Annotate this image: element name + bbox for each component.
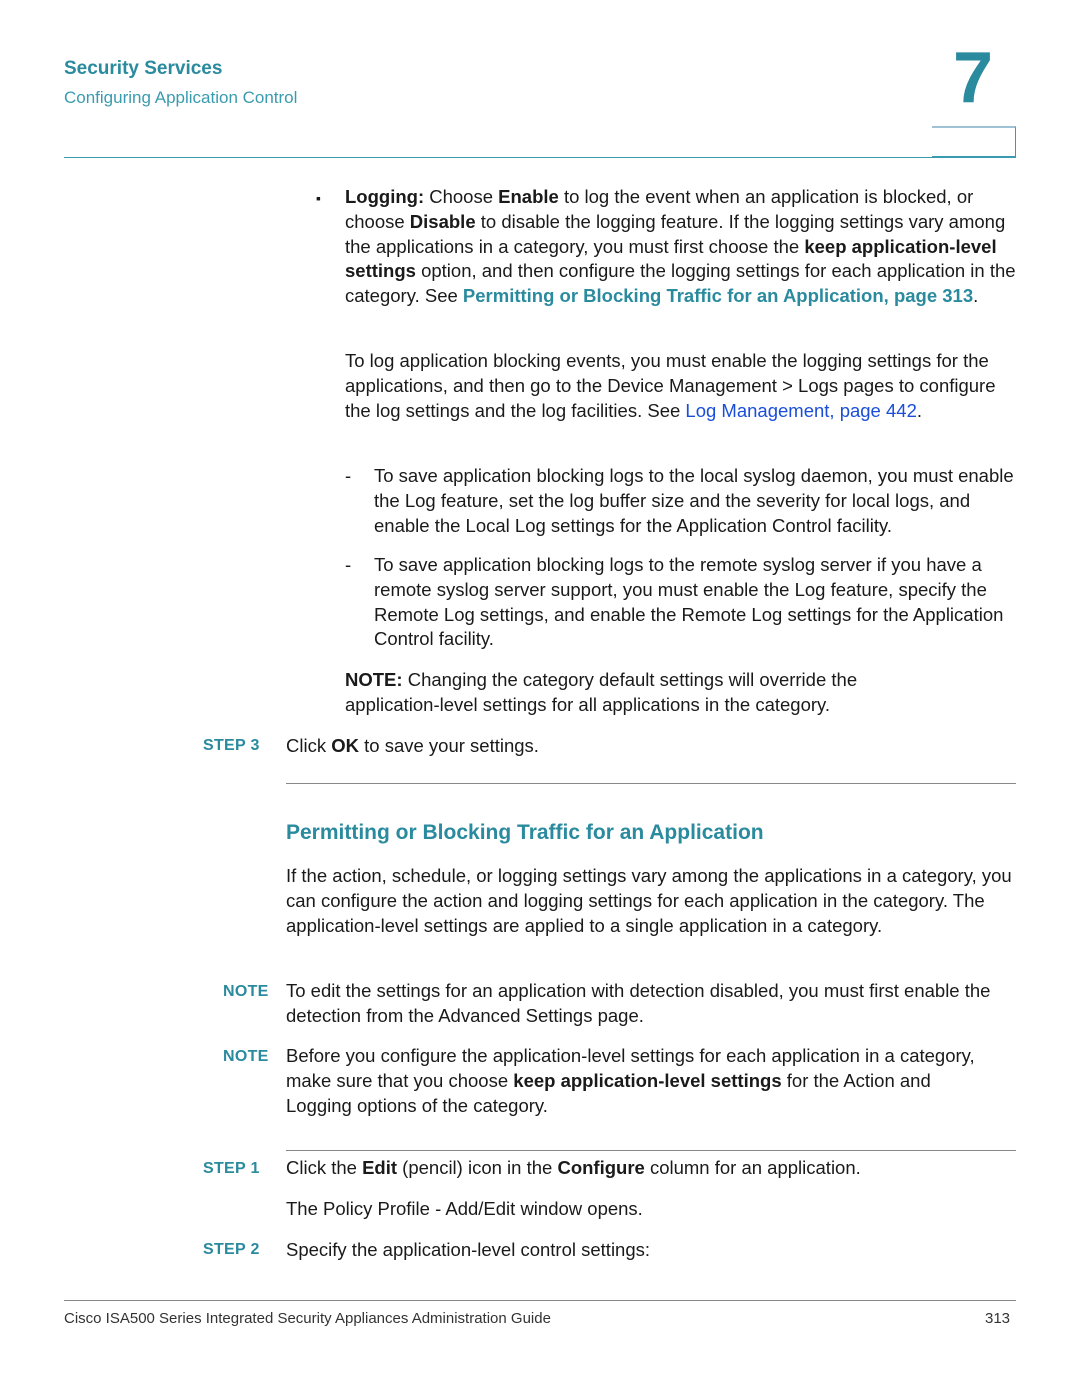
note-label: NOTE <box>223 1048 269 1065</box>
step-2-text: Specify the application-level control se… <box>286 1239 651 1260</box>
footer-title: Cisco ISA500 Series Integrated Security … <box>64 1310 551 1327</box>
header-divider <box>64 157 1016 158</box>
logging-bullet-text: Logging: Choose Enable to log the event … <box>345 186 1016 307</box>
chapter-title: Security Services <box>64 58 223 79</box>
step-1-label: STEP 1 <box>203 1160 260 1177</box>
link-log-management[interactable]: Log Management, page 442 <box>685 400 916 421</box>
step-1-text: Click the Edit (pencil) icon in the Conf… <box>286 1157 861 1178</box>
step-3-label: STEP 3 <box>203 737 260 754</box>
page-number: 313 <box>985 1310 1011 1327</box>
dash-icon: - <box>345 554 352 575</box>
intro-paragraph: If the action, schedule, or logging sett… <box>286 865 1012 936</box>
section-title: Configuring Application Control <box>64 88 298 107</box>
dash-icon: - <box>345 465 352 486</box>
dash-item: To save application blocking logs to the… <box>374 554 1004 650</box>
chapter-number: 7 <box>953 38 994 118</box>
link-permitting-blocking[interactable]: Permitting or Blocking Traffic for an Ap… <box>463 285 973 306</box>
steps-divider <box>286 1150 1016 1151</box>
inline-note: NOTE: Changing the category default sett… <box>345 669 858 715</box>
footer-divider <box>64 1300 1016 1301</box>
step-1-result: The Policy Profile - Add/Edit window ope… <box>286 1198 643 1219</box>
step-2-label: STEP 2 <box>203 1241 260 1258</box>
note-label: NOTE <box>223 983 269 1000</box>
note-text: To edit the settings for an application … <box>286 980 991 1026</box>
dash-item: To save application blocking logs to the… <box>374 465 1014 536</box>
note-text: Before you configure the application-lev… <box>286 1045 975 1116</box>
bullet-icon: ▪ <box>316 190 321 206</box>
chapter-tab-decoration <box>932 126 1016 157</box>
section-divider <box>286 783 1016 784</box>
step-3-text: Click OK to save your settings. <box>286 735 539 756</box>
log-paragraph: To log application blocking events, you … <box>345 350 996 421</box>
section-heading: Permitting or Blocking Traffic for an Ap… <box>286 821 764 844</box>
